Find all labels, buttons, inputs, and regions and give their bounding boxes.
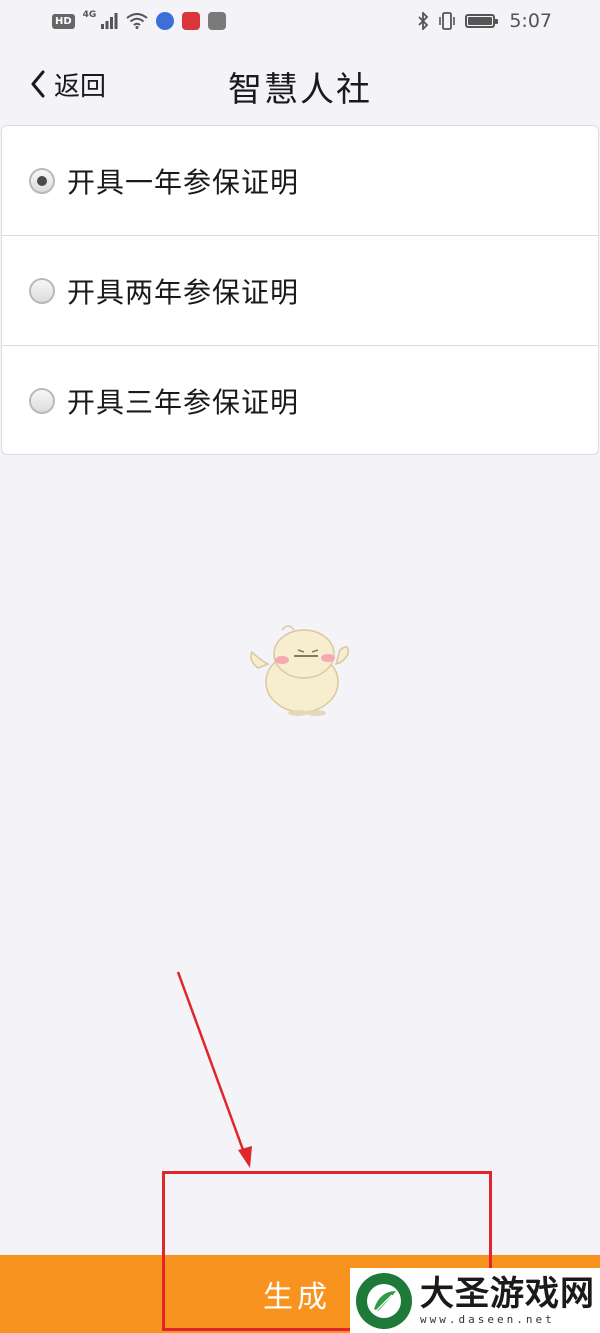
option-three-years[interactable]: 开具三年参保证明 [2, 346, 598, 454]
reader-app-icon [182, 12, 201, 30]
option-label: 开具两年参保证明 [67, 275, 300, 309]
network-type: 4G [82, 10, 97, 20]
radio-button[interactable] [29, 388, 55, 414]
clock: 5:07 [509, 10, 552, 32]
status-right: 5:07 [417, 10, 552, 32]
wifi-icon [126, 13, 148, 29]
option-two-years[interactable]: 开具两年参保证明 [2, 236, 598, 346]
generate-label: 生成 [263, 1280, 331, 1315]
battery-icon [465, 14, 499, 28]
hd-badge: HD [52, 13, 75, 29]
music-app-icon [156, 12, 175, 30]
page-title: 智慧人社 [228, 70, 372, 110]
signal-icon [101, 13, 118, 29]
mascot-illustration [250, 625, 350, 716]
screen: HD 4G 5:07 返回 智慧人社 开具一年参保证明 开具两年参保证明 开具三… [0, 0, 600, 1333]
watermark-name: 大圣游戏网 [420, 1274, 595, 1314]
radio-button[interactable] [29, 277, 55, 304]
watermark-url: www.daseen.net [420, 1313, 555, 1326]
message-app-icon [208, 12, 227, 30]
nav-bar: 返回 智慧人社 [0, 42, 600, 126]
option-one-year[interactable]: 开具一年参保证明 [2, 126, 598, 236]
watermark: 大圣游戏网 www.daseen.net [350, 1268, 600, 1333]
option-label: 开具三年参保证明 [67, 386, 300, 419]
radio-button-checked[interactable] [29, 167, 55, 194]
status-bar: HD 4G 5:07 [0, 0, 600, 42]
watermark-text: 大圣游戏网 www.daseen.net [420, 1275, 595, 1326]
watermark-logo-icon [356, 1272, 412, 1329]
bluetooth-icon [418, 12, 429, 30]
option-label: 开具一年参保证明 [67, 165, 300, 199]
options-card: 开具一年参保证明 开具两年参保证明 开具三年参保证明 [1, 125, 599, 455]
vibrate-icon [439, 12, 456, 30]
status-left: HD 4G [52, 10, 227, 30]
